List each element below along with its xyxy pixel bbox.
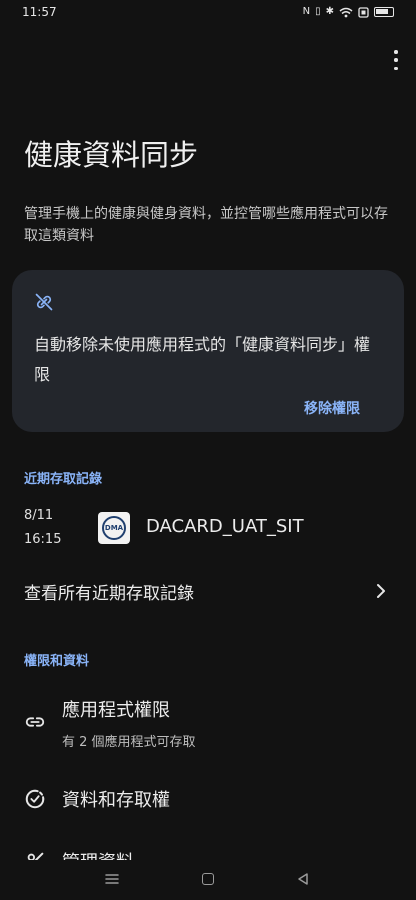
status-time: 11:57 bbox=[22, 5, 57, 19]
system-navigation-bar bbox=[0, 860, 416, 900]
link-icon bbox=[25, 717, 45, 727]
access-time: 16:15 bbox=[24, 532, 62, 547]
app-icon: DMA bbox=[98, 512, 130, 544]
wifi-icon bbox=[339, 7, 353, 17]
data-and-access-title: 資料和存取權 bbox=[62, 790, 170, 811]
recent-access-entry[interactable]: 8/11 16:15 DMA DACARD_UAT_SIT bbox=[0, 500, 416, 556]
page-title: 健康資料同步 bbox=[24, 138, 199, 172]
app-permissions-subtitle: 有 2 個應用程式可存取 bbox=[62, 735, 196, 750]
permissions-data-header: 權限和資料 bbox=[24, 654, 90, 669]
manage-data-row[interactable]: 管理資料 bbox=[0, 842, 416, 860]
battery-icon bbox=[374, 7, 394, 17]
recent-access-header: 近期存取記錄 bbox=[24, 472, 103, 487]
page-description: 管理手機上的健康與健身資料，並控管哪些應用程式可以存取這類資料 bbox=[24, 206, 388, 244]
view-all-recent-access-row[interactable]: 查看所有近期存取記錄 bbox=[0, 570, 416, 612]
access-date: 8/11 bbox=[24, 508, 54, 523]
card-text: 自動移除未使用應用程式的「健康資料同步」權限 bbox=[34, 335, 371, 384]
nfc-icon: N bbox=[302, 6, 311, 17]
status-icons: N ▯ ✱ bbox=[303, 5, 394, 19]
bluetooth-icon: ✱ bbox=[325, 6, 334, 17]
app-logo-text: DMA bbox=[102, 516, 126, 540]
more-options-button[interactable] bbox=[390, 50, 402, 70]
manage-data-title: 管理資料 bbox=[62, 848, 134, 860]
view-all-label: 查看所有近期存取記錄 bbox=[24, 584, 194, 604]
app-permissions-row[interactable]: 應用程式權限 有 2 個應用程式可存取 bbox=[0, 690, 416, 756]
menu-icon[interactable] bbox=[105, 872, 119, 886]
app-name: DACARD_UAT_SIT bbox=[146, 516, 304, 537]
back-icon[interactable] bbox=[296, 872, 310, 886]
more-vert-icon bbox=[394, 50, 398, 54]
data-and-access-row[interactable]: 資料和存取權 bbox=[0, 776, 416, 822]
sim-icon bbox=[358, 6, 369, 18]
vibrate-icon: ▯ bbox=[315, 6, 321, 17]
chevron-right-icon bbox=[377, 584, 385, 598]
status-bar: 11:57 N ▯ ✱ bbox=[0, 0, 416, 26]
data-access-icon bbox=[25, 789, 45, 809]
home-icon[interactable] bbox=[202, 873, 214, 885]
manage-data-icon bbox=[27, 852, 44, 860]
link-off-icon bbox=[35, 293, 53, 311]
app-permissions-title: 應用程式權限 bbox=[62, 700, 170, 721]
remove-permissions-button[interactable]: 移除權限 bbox=[304, 398, 360, 418]
auto-remove-permissions-card: 自動移除未使用應用程式的「健康資料同步」權限 移除權限 bbox=[12, 270, 404, 432]
